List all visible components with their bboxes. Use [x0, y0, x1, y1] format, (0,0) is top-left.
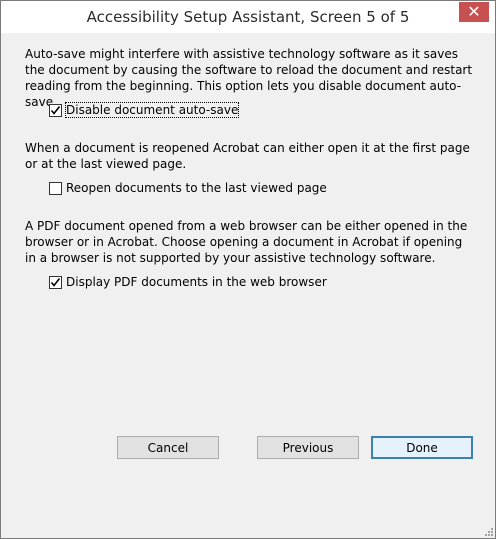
display-in-browser-label: Display PDF documents in the web browser [66, 275, 327, 289]
disable-autosave-checkbox[interactable]: Disable document auto-save [49, 102, 240, 118]
disable-autosave-label: Disable document auto-save [64, 102, 240, 118]
resize-grip-icon[interactable] [483, 526, 493, 536]
checkmark-icon [50, 277, 61, 287]
autosave-description: Auto-save might interfere with assistive… [25, 47, 473, 109]
previous-button[interactable]: Previous [257, 436, 359, 459]
display-in-browser-checkbox[interactable]: Display PDF documents in the web browser [49, 274, 327, 290]
close-button[interactable]: ✕ [459, 2, 489, 22]
dialog-content: Auto-save might interfere with assistive… [9, 33, 487, 529]
dialog-window: Accessibility Setup Assistant, Screen 5 … [0, 0, 496, 539]
reopen-last-page-label: Reopen documents to the last viewed page [66, 181, 327, 195]
checkbox-box[interactable] [49, 181, 62, 195]
checkbox-box[interactable] [49, 103, 62, 117]
window-title: Accessibility Setup Assistant, Screen 5 … [86, 8, 410, 26]
browser-description: A PDF document opened from a web browser… [25, 219, 468, 265]
cancel-button[interactable]: Cancel [117, 436, 219, 459]
done-button[interactable]: Done [371, 436, 473, 459]
checkmark-icon [50, 105, 61, 115]
reopen-last-page-checkbox[interactable]: Reopen documents to the last viewed page [49, 180, 327, 196]
close-icon: ✕ [467, 2, 481, 21]
checkbox-box[interactable] [49, 275, 62, 289]
reopen-description: When a document is reopened Acrobat can … [25, 141, 470, 171]
title-bar: Accessibility Setup Assistant, Screen 5 … [1, 1, 495, 33]
